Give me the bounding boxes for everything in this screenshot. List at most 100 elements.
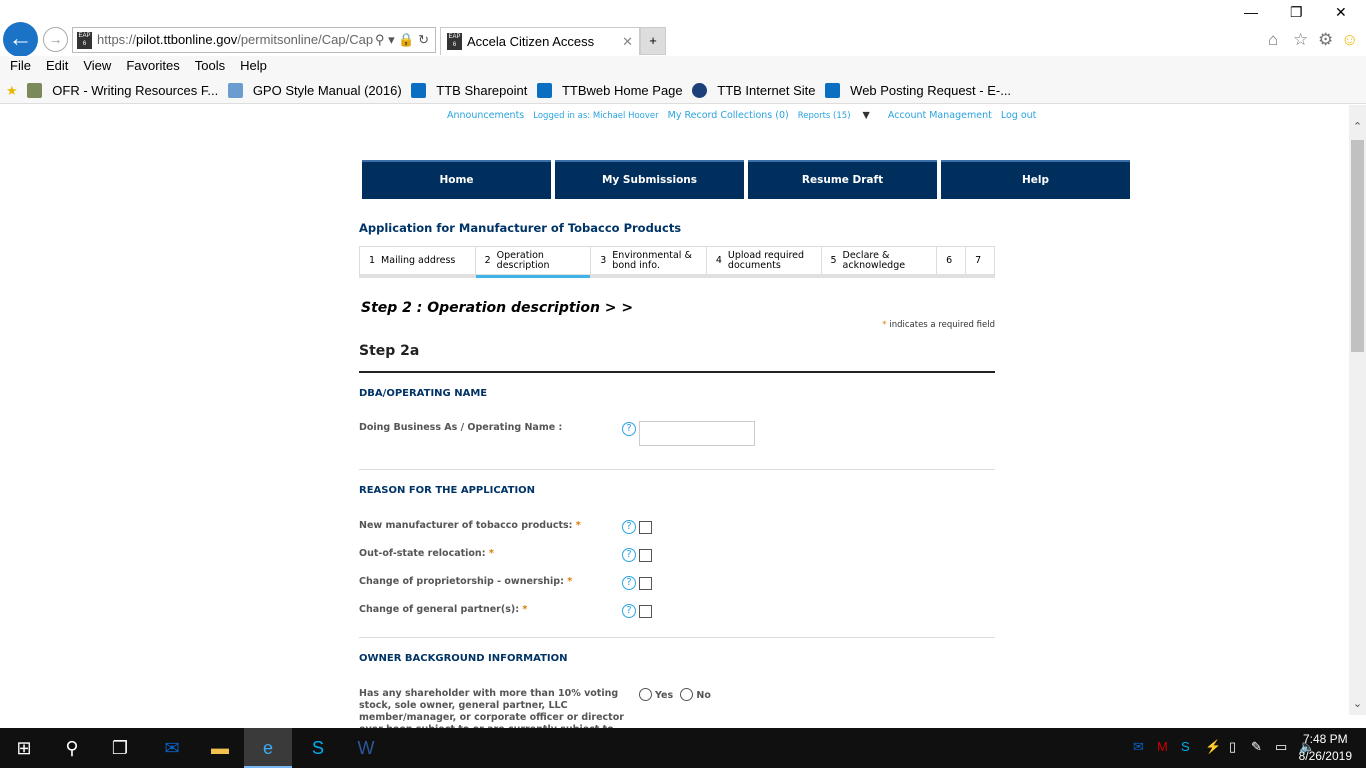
dropdown-arrow-icon: ▼ (862, 110, 870, 121)
sharepoint-icon (411, 83, 427, 98)
search-lock-refresh-icons[interactable]: ⚲ ▾ 🔒 ↻ (375, 28, 429, 52)
scroll-thumb[interactable] (1351, 140, 1364, 352)
menu-favorites[interactable]: Favorites (126, 58, 179, 73)
close-tab-icon[interactable]: ✕ (622, 28, 633, 56)
favorites-bar: ★ OFR - Writing Resources F... GPO Style… (0, 78, 1366, 104)
divider (359, 637, 995, 638)
address-bar[interactable]: EAP 6 https://pilot.ttbonline.gov/permits… (72, 27, 436, 53)
favorite-link[interactable]: OFR - Writing Resources F... (27, 83, 218, 98)
seal-icon (692, 83, 708, 98)
relocation-checkbox[interactable] (639, 549, 652, 562)
add-favorite-star-icon[interactable]: ★ (6, 83, 18, 98)
owner-question: Has any shareholder with more than 10% v… (359, 688, 624, 728)
vertical-scrollbar[interactable]: ⌃ ⌄ (1349, 105, 1366, 715)
help-icon[interactable]: ? (622, 520, 636, 534)
word-icon[interactable]: W (342, 728, 390, 768)
favorite-link[interactable]: GPO Style Manual (2016) (227, 83, 402, 98)
outlook-tray-icon[interactable]: ✉ (1133, 739, 1144, 755)
smiley-feedback-icon[interactable]: ☺ (1341, 30, 1358, 50)
step-tab-7[interactable]: 7 (966, 247, 994, 274)
sharepoint-icon (825, 83, 841, 98)
record-collections-link[interactable]: My Record Collections (0) (668, 110, 789, 121)
required-note: * indicates a required field (882, 320, 995, 330)
menu-edit[interactable]: Edit (46, 58, 68, 73)
file-explorer-icon[interactable]: ▬ (196, 728, 244, 768)
usb-icon[interactable]: ▯ (1229, 739, 1236, 755)
favorites-star-icon[interactable]: ☆ (1293, 30, 1308, 50)
menu-file[interactable]: File (10, 58, 31, 73)
site-favicon: EAP 6 (77, 32, 92, 49)
application-title: Application for Manufacturer of Tobacco … (359, 221, 682, 235)
nav-help[interactable]: Help (941, 160, 1130, 199)
favorite-link[interactable]: TTB Internet Site (692, 83, 816, 98)
step-tab-3[interactable]: 3 Environmental & bond info. (591, 247, 707, 274)
task-view-icon[interactable]: ❐ (96, 728, 144, 768)
step-tabs: 1 Mailing address 2 Operation description … (359, 246, 995, 278)
help-icon[interactable]: ? (622, 604, 636, 618)
step-tab-2[interactable]: 2 Operation description (475, 247, 592, 278)
windows-start-icon[interactable]: ⊞ (0, 728, 48, 768)
dba-input[interactable] (639, 421, 755, 446)
notes-icon[interactable]: ✎ (1251, 739, 1262, 755)
new-tab-button[interactable]: + (640, 27, 666, 55)
new-manufacturer-checkbox[interactable] (639, 521, 652, 534)
skype-tray-icon[interactable]: S (1181, 739, 1190, 754)
step-tab-6[interactable]: 6 (937, 247, 967, 274)
taskbar: ⊞ ⚲ ❐ ✉ ▬ e S W ✉ M S ⚡ ▯ ✎ ▭ 🔈 7:48 PM 8… (0, 728, 1366, 768)
close-window-button[interactable]: ✕ (1335, 4, 1347, 21)
restore-button[interactable]: ❐ (1290, 4, 1303, 21)
skype-icon[interactable]: S (294, 728, 342, 768)
step-heading: Step 2 : Operation description > > (361, 300, 634, 316)
help-icon[interactable]: ? (622, 548, 636, 562)
back-button[interactable]: ← (3, 22, 38, 57)
help-icon[interactable]: ? (622, 422, 636, 436)
reason-label: New manufacturer of tobacco products: * (359, 520, 581, 531)
yes-radio[interactable]: Yes (639, 688, 673, 701)
step-subheading: Step 2a (359, 343, 420, 359)
nav-my-submissions[interactable]: My Submissions (555, 160, 744, 199)
mcafee-icon[interactable]: M (1157, 739, 1168, 754)
dba-label: Doing Business As / Operating Name : (359, 422, 563, 433)
favorite-link[interactable]: TTBweb Home Page (536, 83, 683, 98)
clock[interactable]: 7:48 PM 8/26/2019 (1299, 731, 1352, 765)
step-tab-5[interactable]: 5 Declare & acknowledge (822, 247, 938, 274)
nav-resume-draft[interactable]: Resume Draft (748, 160, 937, 199)
internet-explorer-icon[interactable]: e (244, 728, 292, 768)
owner-radio-group: Yes No (639, 688, 711, 701)
general-partner-checkbox[interactable] (639, 605, 652, 618)
scroll-up-icon[interactable]: ⌃ (1349, 120, 1366, 133)
network-tray-icon[interactable]: ⚡ (1205, 739, 1221, 755)
dba-heading: DBA/OPERATING NAME (359, 388, 488, 399)
favorite-link[interactable]: Web Posting Request - E-... (825, 83, 1011, 98)
proprietorship-checkbox[interactable] (639, 577, 652, 590)
reason-label: Change of proprietorship - ownership: * (359, 576, 573, 587)
reason-label: Change of general partner(s): * (359, 604, 528, 615)
scroll-down-icon[interactable]: ⌄ (1349, 697, 1366, 710)
nav-home[interactable]: Home (362, 160, 551, 199)
network-icon[interactable]: ▭ (1275, 739, 1287, 755)
help-icon[interactable]: ? (622, 576, 636, 590)
announcements-link[interactable]: Announcements (447, 110, 524, 121)
no-radio[interactable]: No (680, 688, 711, 701)
account-management-link[interactable]: Account Management (888, 110, 992, 121)
menu-help[interactable]: Help (240, 58, 267, 73)
reason-label: Out-of-state relocation: * (359, 548, 494, 559)
step-tab-1[interactable]: 1 Mailing address (360, 247, 476, 274)
outlook-icon[interactable]: ✉ (148, 728, 196, 768)
menu-tools[interactable]: Tools (195, 58, 225, 73)
forward-button[interactable]: → (43, 27, 68, 52)
gear-icon[interactable]: ⚙ (1318, 30, 1333, 50)
menu-view[interactable]: View (83, 58, 111, 73)
browser-tab[interactable]: EAP 6 Accela Citizen Access ✕ (440, 27, 640, 55)
home-icon[interactable]: ⌂ (1268, 30, 1278, 50)
search-icon[interactable]: ⚲ (48, 728, 96, 768)
logout-link[interactable]: Log out (1001, 110, 1037, 121)
menu-bar: File Edit View Favorites Tools Help (0, 56, 1366, 78)
top-links: Announcements Logged in as: Michael Hoove… (447, 110, 1045, 121)
step-tab-4[interactable]: 4 Upload required documents (707, 247, 822, 274)
browser-chrome: ← → EAP 6 https://pilot.ttbonline.gov/per… (0, 0, 1366, 105)
reports-link[interactable]: Reports (15) ▼ (798, 110, 879, 121)
minimize-button[interactable]: — (1244, 4, 1258, 20)
sharepoint-icon (536, 83, 552, 98)
favorite-link[interactable]: TTB Sharepoint (411, 83, 527, 98)
